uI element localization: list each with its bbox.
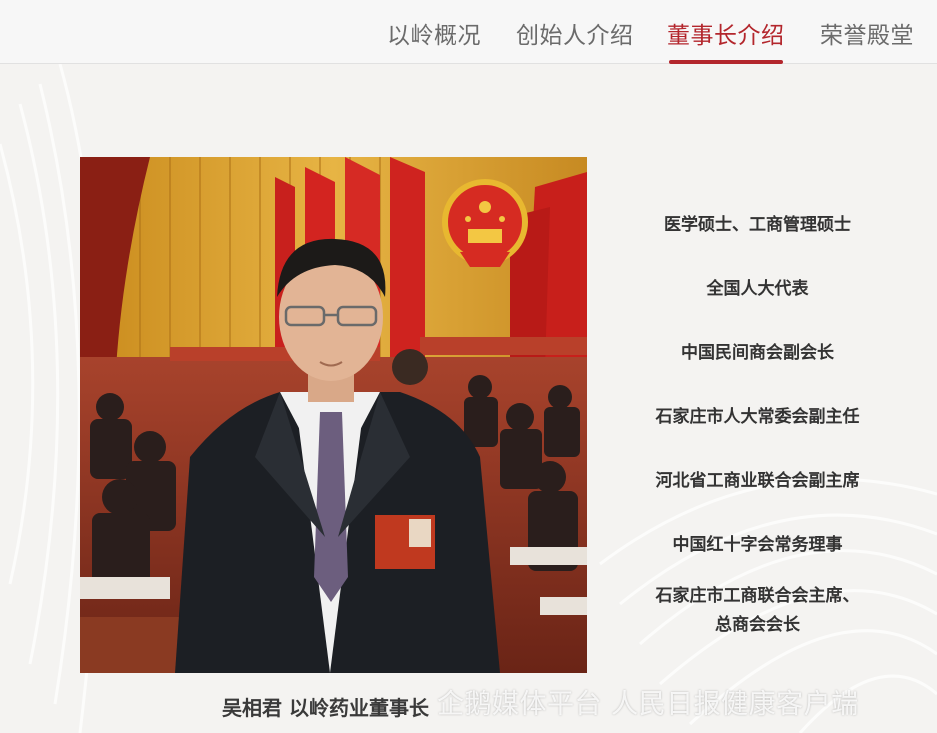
tab-founder[interactable]: 创始人介绍 — [516, 16, 634, 49]
credential-item: 石家庄市人大常委会副主任 — [655, 407, 860, 427]
top-navigation: 以岭概况 创始人介绍 董事长介绍 荣誉殿堂 — [0, 0, 937, 64]
active-tab-indicator — [669, 60, 783, 64]
tab-honors[interactable]: 荣誉殿堂 — [820, 16, 914, 49]
credential-item: 石家庄市工商联合会主席、 — [655, 586, 860, 606]
credential-item: 中国民间商会副会长 — [681, 343, 834, 363]
chairman-photo — [80, 157, 587, 673]
tab-chairman[interactable]: 董事长介绍 — [667, 16, 785, 49]
photo-caption: 吴相君 以岭药业董事长 — [222, 696, 429, 720]
credential-item: 医学硕士、工商管理硕士 — [664, 215, 851, 235]
watermark-text: 企鹅媒体平台 人民日报健康客户端 — [437, 689, 859, 720]
credential-item: 总商会会长 — [715, 615, 800, 635]
tab-company-overview[interactable]: 以岭概况 — [387, 16, 481, 49]
credential-item: 全国人大代表 — [706, 279, 809, 299]
credential-item: 中国红十字会常务理事 — [672, 535, 843, 555]
credential-item: 河北省工商业联合会副主席 — [655, 471, 860, 491]
